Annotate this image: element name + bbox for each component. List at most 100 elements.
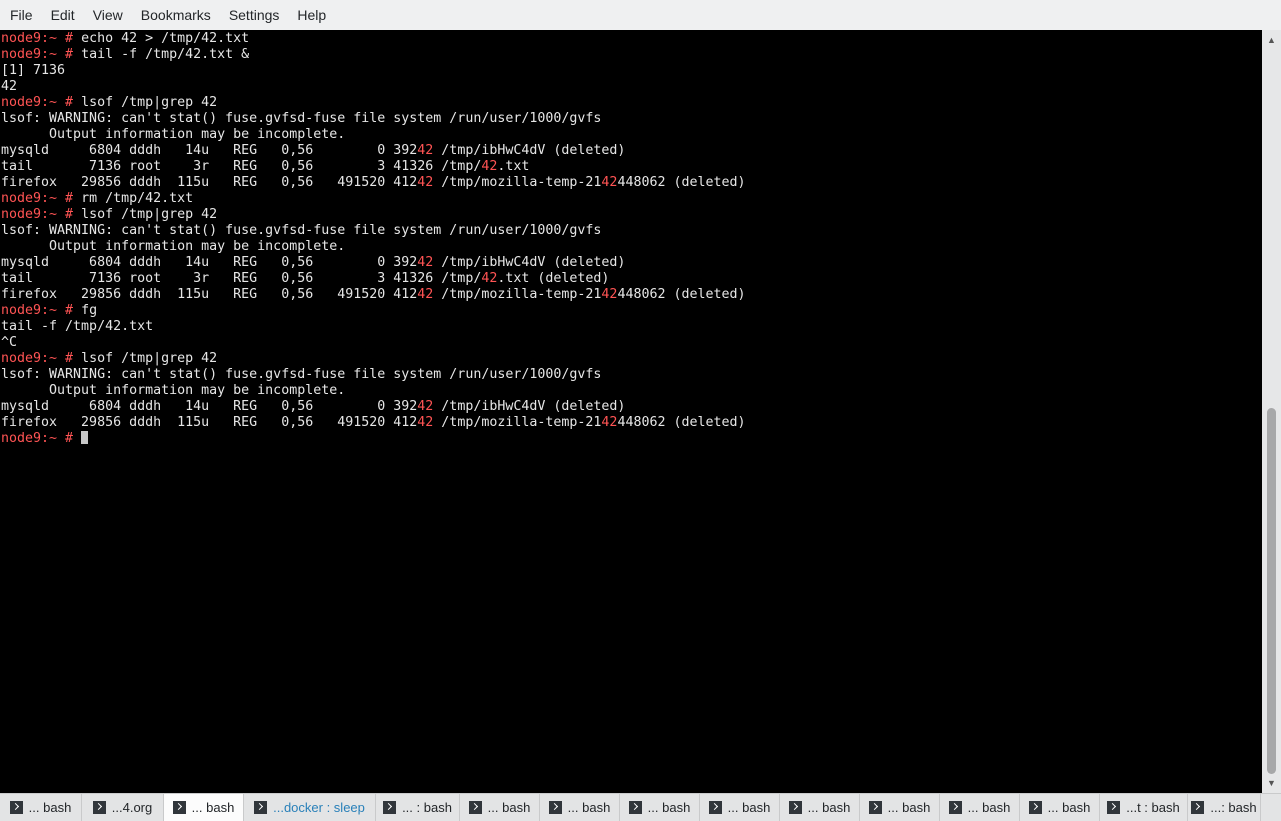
grep-match: 42 bbox=[417, 399, 434, 414]
terminal-line: [1] 7136 bbox=[1, 63, 746, 79]
session-tab-label: ... bash bbox=[647, 800, 691, 815]
session-tab[interactable]: ...docker : sleep bbox=[244, 794, 376, 821]
session-tab[interactable]: ... bash bbox=[164, 794, 244, 821]
terminal-line: node9:~ # lsof /tmp|grep 42 bbox=[1, 351, 746, 367]
menu-file[interactable]: File bbox=[0, 0, 42, 30]
grep-match: 42 bbox=[481, 159, 498, 174]
terminal-icon bbox=[468, 801, 482, 814]
terminal-icon bbox=[383, 801, 397, 814]
session-tab[interactable]: ... bash bbox=[860, 794, 940, 821]
grep-match: 42 bbox=[481, 271, 498, 286]
session-tab[interactable]: ...4.org bbox=[82, 794, 164, 821]
terminal-text: tail -f /tmp/42.txt bbox=[1, 319, 154, 334]
session-tab-label: ...docker : sleep bbox=[273, 800, 365, 815]
terminal-line: lsof: WARNING: can't stat() fuse.gvfsd-f… bbox=[1, 223, 746, 239]
session-tab[interactable]: ... bash bbox=[940, 794, 1020, 821]
session-tab[interactable]: ... bash bbox=[780, 794, 860, 821]
terminal-text: /tmp/ibHwC4dV (deleted) bbox=[433, 399, 626, 414]
terminal-icon bbox=[788, 801, 802, 814]
session-tab[interactable]: ...: bash bbox=[1188, 794, 1261, 821]
shell-prompt: node9:~ # bbox=[1, 31, 82, 46]
terminal-line: mysqld 6804 dddh 14u REG 0,56 0 39242 /t… bbox=[1, 399, 746, 415]
terminal-text: lsof /tmp|grep 42 bbox=[81, 95, 218, 110]
menu-help[interactable]: Help bbox=[288, 0, 335, 30]
session-tab[interactable]: ... bash bbox=[540, 794, 620, 821]
shell-prompt: node9:~ # bbox=[1, 207, 82, 222]
terminal-text: /tmp/ibHwC4dV (deleted) bbox=[433, 143, 626, 158]
session-tab-label: ... bash bbox=[967, 800, 1011, 815]
terminal-icon bbox=[628, 801, 642, 814]
terminal-text: [1] 7136 bbox=[1, 63, 66, 78]
scroll-down-icon[interactable]: ▼ bbox=[1262, 775, 1281, 791]
session-tab-label: ... bash bbox=[28, 800, 72, 815]
terminal-icon bbox=[1028, 801, 1042, 814]
terminal-view[interactable]: node9:~ # echo 42 > /tmp/42.txt node9:~ #… bbox=[0, 30, 1262, 793]
terminal-line: firefox 29856 dddh 115u REG 0,56 491520 … bbox=[1, 415, 746, 431]
scrollbar-thumb[interactable] bbox=[1267, 408, 1276, 774]
vertical-scrollbar[interactable]: ▲ ▼ bbox=[1262, 30, 1281, 793]
terminal-line: node9:~ # lsof /tmp|grep 42 bbox=[1, 207, 746, 223]
menu-view[interactable]: View bbox=[84, 0, 132, 30]
menu-bookmarks[interactable]: Bookmarks bbox=[132, 0, 220, 30]
terminal-text: firefox 29856 dddh 115u REG 0,56 491520 … bbox=[1, 415, 418, 430]
session-tab[interactable]: ...t : bash bbox=[1100, 794, 1188, 821]
menu-settings[interactable]: Settings bbox=[220, 0, 289, 30]
terminal-line: lsof: WARNING: can't stat() fuse.gvfsd-f… bbox=[1, 367, 746, 383]
session-tab[interactable]: ... bash bbox=[1020, 794, 1100, 821]
terminal-text: lsof: WARNING: can't stat() fuse.gvfsd-f… bbox=[1, 111, 602, 126]
session-tab-label: ... bash bbox=[191, 800, 235, 815]
terminal-text: mysqld 6804 dddh 14u REG 0,56 0 392 bbox=[1, 399, 418, 414]
terminal-text: /tmp/mozilla-temp-21 bbox=[433, 415, 602, 430]
terminal-icon bbox=[708, 801, 722, 814]
session-tab[interactable]: ... bash bbox=[700, 794, 780, 821]
terminal-line: node9:~ # bbox=[1, 431, 746, 447]
terminal-text: 448062 (deleted) bbox=[617, 287, 746, 302]
shell-prompt: node9:~ # bbox=[1, 303, 82, 318]
terminal-line: node9:~ # rm /tmp/42.txt bbox=[1, 191, 746, 207]
terminal-line: Output information may be incomplete. bbox=[1, 239, 746, 255]
terminal-text: ^C bbox=[1, 335, 18, 350]
terminal-icon bbox=[254, 801, 268, 814]
terminal-output: node9:~ # echo 42 > /tmp/42.txt node9:~ #… bbox=[1, 31, 746, 447]
terminal-text: tail 7136 root 3r REG 0,56 3 41326 /tmp/ bbox=[1, 159, 482, 174]
terminal-text: lsof /tmp|grep 42 bbox=[81, 351, 218, 366]
terminal-text: echo 42 > /tmp/42.txt bbox=[81, 31, 250, 46]
shell-prompt: node9:~ # bbox=[1, 95, 82, 110]
session-tab[interactable]: ... bash bbox=[620, 794, 700, 821]
grep-match: 42 bbox=[417, 287, 434, 302]
terminal-line: firefox 29856 dddh 115u REG 0,56 491520 … bbox=[1, 175, 746, 191]
terminal-line: tail 7136 root 3r REG 0,56 3 41326 /tmp/… bbox=[1, 271, 746, 287]
terminal-text: mysqld 6804 dddh 14u REG 0,56 0 392 bbox=[1, 255, 418, 270]
terminal-line: mysqld 6804 dddh 14u REG 0,56 0 39242 /t… bbox=[1, 143, 746, 159]
menu-edit[interactable]: Edit bbox=[42, 0, 84, 30]
grep-match: 42 bbox=[601, 175, 618, 190]
terminal-text: firefox 29856 dddh 115u REG 0,56 491520 … bbox=[1, 175, 418, 190]
terminal-line: node9:~ # lsof /tmp|grep 42 bbox=[1, 95, 746, 111]
terminal-text: lsof: WARNING: can't stat() fuse.gvfsd-f… bbox=[1, 223, 602, 238]
session-tab-label: ... : bash bbox=[402, 800, 452, 815]
terminal-text: mysqld 6804 dddh 14u REG 0,56 0 392 bbox=[1, 143, 418, 158]
session-tab[interactable]: ... bash bbox=[0, 794, 82, 821]
grep-match: 42 bbox=[601, 287, 618, 302]
terminal-line: tail 7136 root 3r REG 0,56 3 41326 /tmp/… bbox=[1, 159, 746, 175]
shell-prompt: node9:~ # bbox=[1, 191, 82, 206]
terminal-text: Output information may be incomplete. bbox=[1, 239, 346, 254]
text-cursor bbox=[81, 431, 89, 444]
scroll-up-icon[interactable]: ▲ bbox=[1262, 32, 1281, 48]
shell-prompt: node9:~ # bbox=[1, 351, 82, 366]
shell-prompt: node9:~ # bbox=[1, 47, 82, 62]
terminal-line: Output information may be incomplete. bbox=[1, 383, 746, 399]
terminal-text: firefox 29856 dddh 115u REG 0,56 491520 … bbox=[1, 287, 418, 302]
session-tab[interactable]: ... : bash bbox=[376, 794, 460, 821]
terminal-line: 42 bbox=[1, 79, 746, 95]
session-tab[interactable]: ... bash bbox=[460, 794, 540, 821]
terminal-text: /tmp/mozilla-temp-21 bbox=[433, 175, 602, 190]
terminal-line: firefox 29856 dddh 115u REG 0,56 491520 … bbox=[1, 287, 746, 303]
session-tab-label: ...: bash bbox=[1210, 800, 1257, 815]
terminal-text: /tmp/ibHwC4dV (deleted) bbox=[433, 255, 626, 270]
terminal-text: rm /tmp/42.txt bbox=[81, 191, 194, 206]
grep-match: 42 bbox=[417, 175, 434, 190]
terminal-icon bbox=[868, 801, 882, 814]
session-tab-label: ... bash bbox=[487, 800, 531, 815]
session-tab-label: ... bash bbox=[727, 800, 771, 815]
